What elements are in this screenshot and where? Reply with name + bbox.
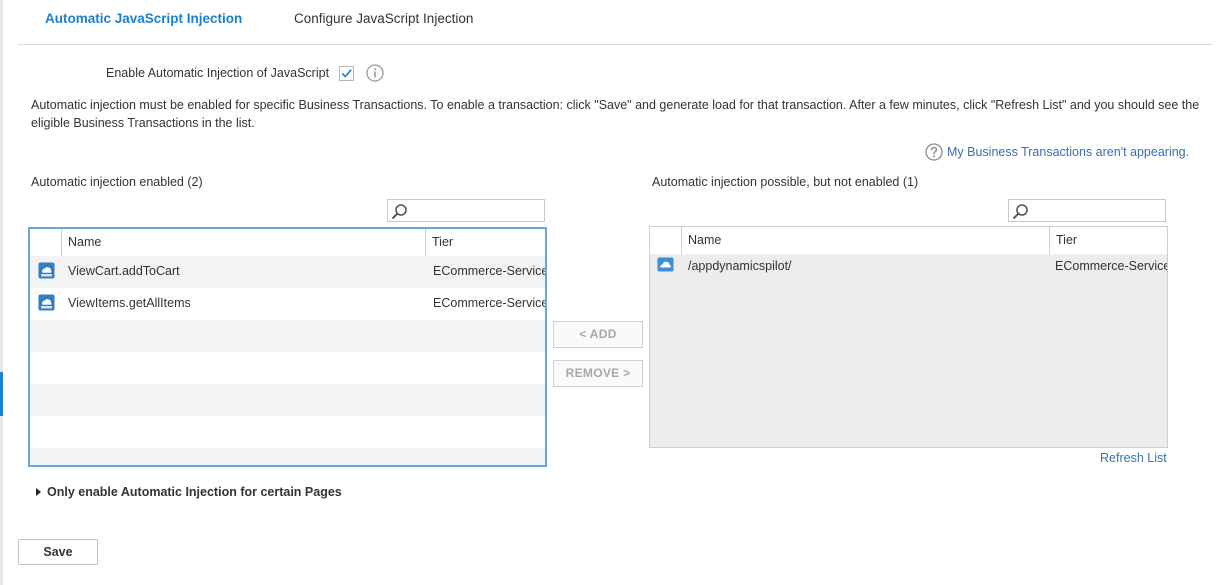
empty-row <box>30 352 545 384</box>
left-edge-accent <box>0 372 3 416</box>
refresh-list-link[interactable]: Refresh List <box>1100 451 1167 465</box>
grid-header: Name Tier <box>650 227 1167 255</box>
business-transaction-icon <box>38 294 55 314</box>
grid-header: Name Tier <box>30 229 545 257</box>
possible-search-input[interactable] <box>1031 202 1165 221</box>
possible-panel-title: Automatic injection possible, but not en… <box>652 175 919 189</box>
pages-expander-label[interactable]: Only enable Automatic Injection for cert… <box>47 485 342 499</box>
search-icon <box>391 204 407 220</box>
row-tier: ECommerce-Services <box>433 264 545 278</box>
business-transaction-icon <box>38 262 55 282</box>
pages-expander[interactable]: Only enable Automatic Injection for cert… <box>36 485 342 499</box>
empty-row <box>30 320 545 352</box>
info-icon[interactable] <box>366 64 384 82</box>
tab-bar-divider <box>18 44 1212 45</box>
injection-description: Automatic injection must be enabled for … <box>31 98 1200 130</box>
cloud-icon <box>657 257 674 275</box>
enabled-transactions-grid[interactable]: Name Tier ViewCart.addToCart ECommerce-S… <box>28 227 547 467</box>
left-edge-rule <box>0 0 3 585</box>
column-header-tier[interactable]: Tier <box>1049 227 1167 254</box>
remove-button[interactable]: REMOVE > <box>553 360 643 387</box>
table-row[interactable]: ViewCart.addToCart ECommerce-Services <box>30 256 545 288</box>
empty-row <box>30 416 545 448</box>
row-name: ViewItems.getAllItems <box>68 296 191 310</box>
enable-injection-checkbox[interactable] <box>339 66 354 81</box>
expand-triangle-icon <box>36 488 41 496</box>
row-name: /appdynamicspilot/ <box>688 259 792 273</box>
add-button[interactable]: < ADD <box>553 321 643 348</box>
tab-configure-injection[interactable]: Configure JavaScript Injection <box>294 11 473 26</box>
tab-automatic-injection[interactable]: Automatic JavaScript Injection <box>45 11 242 26</box>
row-tier: ECommerce-Services <box>1055 259 1167 273</box>
enabled-search-box[interactable] <box>387 199 545 222</box>
help-link-text[interactable]: My Business Transactions aren't appearin… <box>947 145 1189 159</box>
save-button[interactable]: Save <box>18 539 98 565</box>
search-icon <box>1012 204 1028 220</box>
empty-row <box>30 448 545 465</box>
row-tier: ECommerce-Services <box>433 296 545 310</box>
column-header-tier[interactable]: Tier <box>425 229 545 256</box>
possible-search-box[interactable] <box>1008 199 1166 222</box>
enable-injection-label: Enable Automatic Injection of JavaScript <box>106 66 330 80</box>
table-row[interactable]: ViewItems.getAllItems ECommerce-Services <box>30 288 545 320</box>
column-header-name[interactable]: Name <box>681 227 1049 254</box>
enabled-search-input[interactable] <box>410 202 544 221</box>
question-icon <box>925 143 943 161</box>
enabled-panel-title: Automatic injection enabled (2) <box>31 175 203 189</box>
possible-transactions-grid[interactable]: Name Tier /appdynamicspilot/ ECommerce-S… <box>649 226 1168 448</box>
row-name: ViewCart.addToCart <box>68 264 180 278</box>
empty-row <box>30 384 545 416</box>
help-link[interactable]: My Business Transactions aren't appearin… <box>925 143 1189 161</box>
checkmark-icon <box>341 69 352 78</box>
table-row[interactable]: /appdynamicspilot/ ECommerce-Services <box>650 254 1167 286</box>
column-header-name[interactable]: Name <box>61 229 425 256</box>
